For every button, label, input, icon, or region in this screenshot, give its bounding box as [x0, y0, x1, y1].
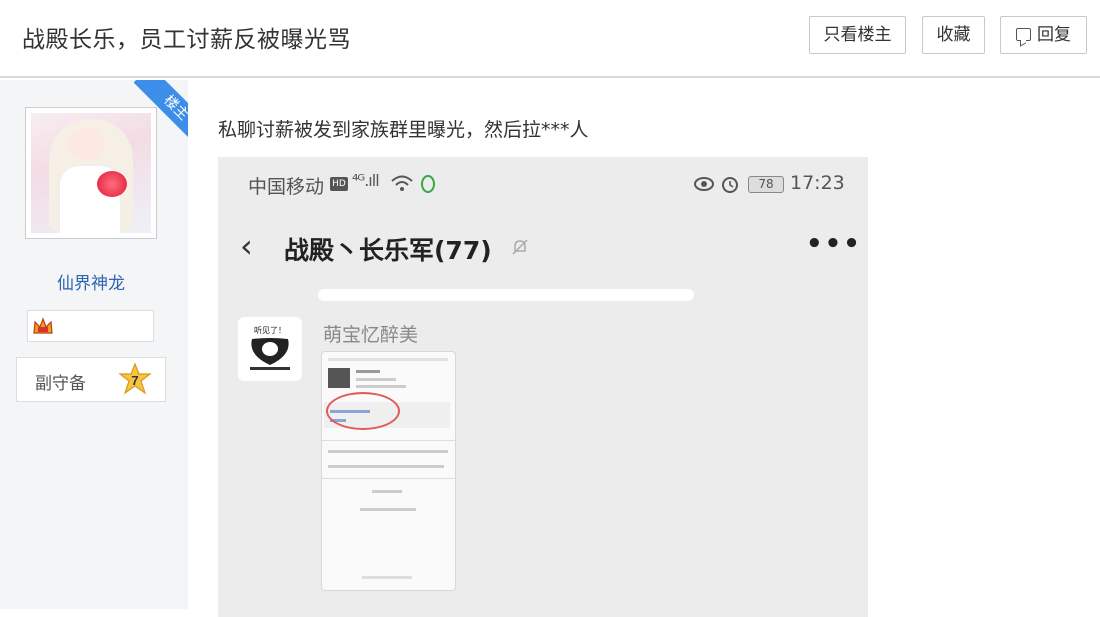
- reply-button-label: 回复: [1037, 25, 1071, 45]
- eye-alarm-icon: [694, 177, 738, 193]
- member-badge-bar: [27, 310, 154, 342]
- chat-bubble-blurred: [318, 289, 694, 301]
- sender-avatar: 听见了！: [238, 317, 302, 381]
- thread-title: 战殿长乐，员工讨薪反被曝光骂: [22, 27, 351, 53]
- battery-icon: 78: [748, 176, 784, 193]
- status-time: 17:23: [790, 172, 845, 194]
- author-name[interactable]: 仙界神龙: [0, 269, 182, 294]
- only-op-button[interactable]: 只看楼主: [809, 16, 906, 54]
- level-star-icon: 7: [118, 362, 152, 395]
- sender-name: 萌宝忆醉美: [323, 324, 419, 346]
- rank-title: 副守备: [35, 374, 86, 394]
- chat-title: 战殿丶长乐军(77): [284, 236, 492, 265]
- reply-button[interactable]: 回复: [1000, 16, 1087, 54]
- op-corner-badge: 楼主: [120, 80, 188, 148]
- wifi-qq-icon: [391, 175, 435, 193]
- back-icon: ‹: [240, 227, 253, 265]
- level-number: 7: [131, 373, 138, 388]
- sticker-text: 听见了！: [254, 326, 286, 335]
- rank-box: 副守备 7: [16, 357, 166, 402]
- op-badge-label: 楼主: [133, 80, 188, 148]
- nested-phone-screenshot: [321, 351, 456, 591]
- carrier-label: 中国移动: [248, 176, 325, 198]
- mute-bell-icon: [512, 239, 528, 255]
- post-content: 私聊讨薪被发到家族群里曝光，然后拉***人 中国移动 HD ⁴ᴳ.ıll 78 …: [218, 80, 1078, 617]
- more-icon: •••: [806, 229, 862, 259]
- crown-badge-icon: [33, 317, 53, 334]
- post-text: 私聊讨薪被发到家族群里曝光，然后拉***人: [218, 119, 589, 141]
- favorite-button[interactable]: 收藏: [922, 16, 985, 54]
- comment-icon: [1016, 28, 1031, 41]
- attached-screenshot[interactable]: 中国移动 HD ⁴ᴳ.ıll 78 17:23 ‹ 战殿丶长乐军(77) •••…: [218, 157, 868, 617]
- sticker-image: 听见了！: [250, 326, 290, 370]
- thread-header: 战殿长乐，员工讨薪反被曝光骂 只看楼主 收藏 回复: [0, 0, 1100, 78]
- author-sidebar: 楼主 仙界神龙 副守备 7: [0, 80, 188, 609]
- red-circle-mark: [326, 392, 400, 430]
- signal-icon: ⁴ᴳ.ıll: [352, 171, 380, 190]
- hd-icon: HD: [330, 177, 348, 191]
